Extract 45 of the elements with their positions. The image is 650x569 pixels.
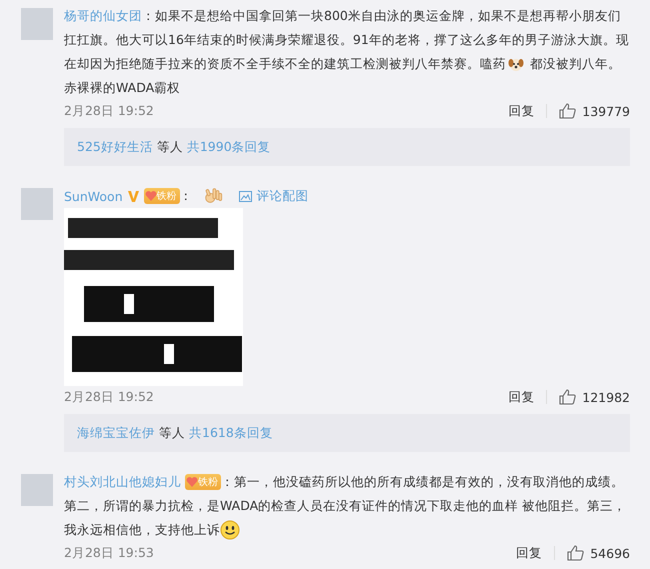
- comment-time: 2月28日 19:52: [64, 388, 154, 406]
- comment-time: 2月28日 19:53: [64, 544, 154, 562]
- colon: ：: [221, 474, 234, 490]
- comment-text: 扛扛旗。他大可以16年结束的时候满身荣耀退役。91年的老将，撑了这么多年的男子游泳大旗。现: [64, 32, 629, 48]
- colon: ：: [142, 8, 155, 24]
- fan-badge: 铁粉: [185, 474, 221, 490]
- comment-text: 如果不是想给中国拿回第一块800米自由泳的奥运金牌，如果不是想再帮小朋友们: [155, 8, 621, 24]
- like-button[interactable]: 139779: [559, 103, 630, 119]
- comment-text: 第一，他没磕药所以他的所有成绩都是有效的，没有取消他的成绩。: [234, 474, 624, 490]
- comment-text: 第二，所谓的暴力抗检，是WADA的检查人员在没有证件的情况下取走他的血样 被他阻拦。第三，: [64, 498, 626, 514]
- like-button[interactable]: 121982: [559, 389, 630, 405]
- reply-link[interactable]: 回复: [508, 102, 534, 120]
- ok-hand-icon: [202, 186, 223, 206]
- all-replies-link[interactable]: 共1618条回复: [189, 424, 273, 442]
- thumbs-up-icon: [567, 545, 584, 561]
- user-avatar[interactable]: [21, 474, 53, 506]
- reply-link[interactable]: 回复: [516, 544, 542, 562]
- reply-user-link[interactable]: 525好好生活: [77, 138, 153, 156]
- fan-badge: 铁粉: [144, 188, 180, 204]
- thumbs-up-icon: [559, 103, 576, 119]
- verified-icon: [126, 190, 140, 202]
- all-replies-link[interactable]: 共1990条回复: [186, 138, 271, 156]
- comment-time: 2月28日 19:52: [64, 102, 154, 120]
- comment-text: 在却因为拒绝随手拉来的资质不全手续不全的建筑工检测被判八年禁赛。嗑药: [64, 56, 506, 72]
- smile-emoji-icon: [220, 520, 240, 540]
- colon: ：: [180, 188, 193, 204]
- user-name-link[interactable]: SunWoon: [64, 188, 123, 204]
- comment-text: 赤裸裸的WADA霸权: [64, 80, 180, 96]
- heart-icon: [144, 190, 157, 202]
- dog-emoji-icon: [508, 56, 524, 72]
- reply-link[interactable]: 回复: [508, 388, 534, 406]
- like-button[interactable]: 54696: [567, 545, 630, 561]
- reply-others-text: 等人: [156, 138, 183, 156]
- user-name-link[interactable]: 杨哥的仙女团: [64, 8, 142, 24]
- reply-others-text: 等人: [159, 424, 185, 442]
- comment-text: 都没被判八年。: [530, 56, 621, 72]
- heart-icon: [186, 476, 198, 488]
- image-icon: [238, 190, 252, 202]
- reply-user-link[interactable]: 海绵宝宝佐伊: [77, 424, 155, 442]
- thumbs-up-icon: [559, 389, 576, 405]
- user-name-link[interactable]: 村头刘北山他媳妇儿: [64, 474, 181, 490]
- user-avatar[interactable]: [21, 8, 53, 40]
- comment-image-link[interactable]: 评论配图: [238, 188, 309, 204]
- comment-text: 我永远相信他，支持他上诉: [64, 522, 220, 538]
- user-avatar[interactable]: [21, 188, 53, 220]
